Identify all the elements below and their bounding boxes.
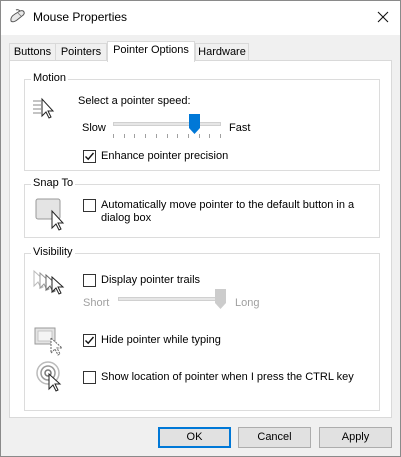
window-title: Mouse Properties — [33, 10, 128, 24]
cancel-button-label: Cancel — [257, 431, 292, 443]
pointer-speed-icon — [31, 96, 59, 122]
tab-pointers[interactable]: Pointers — [55, 43, 107, 61]
slider-tick — [155, 134, 157, 138]
close-button[interactable] — [370, 5, 396, 29]
slider-tick — [177, 134, 179, 138]
slider-tick — [166, 134, 168, 138]
mouse-properties-window: Mouse Properties Buttons Pointers Pointe… — [0, 0, 401, 457]
slider-thumb[interactable] — [188, 114, 200, 134]
visibility-group-label: Visibility — [31, 246, 75, 258]
enhance-precision-checkbox[interactable] — [83, 150, 96, 163]
pointer-options-panel: Motion Select a pointer speed: Slow Fast — [9, 60, 392, 418]
pointer-speed-slider[interactable] — [113, 114, 221, 138]
pointer-trails-label: Display pointer trails — [101, 274, 201, 286]
speed-label: Select a pointer speed: — [78, 95, 191, 107]
motion-group: Motion Select a pointer speed: Slow Fast — [24, 72, 380, 171]
slow-label: Slow — [82, 122, 106, 134]
pointer-trails-slider[interactable] — [118, 289, 226, 313]
tab-pointer-options[interactable]: Pointer Options — [107, 41, 195, 62]
tab-label: Hardware — [198, 46, 246, 58]
tab-buttons[interactable]: Buttons — [9, 43, 56, 61]
slider-tick — [134, 134, 136, 138]
long-label: Long — [235, 297, 260, 309]
slider-tick — [209, 134, 211, 138]
ok-button[interactable]: OK — [158, 427, 231, 448]
snap-to-group: Snap To Automatically move pointer to th… — [24, 177, 380, 238]
title-bar: Mouse Properties — [1, 1, 400, 35]
fast-label: Fast — [229, 122, 251, 134]
short-label: Short — [83, 297, 110, 309]
tab-hardware[interactable]: Hardware — [195, 43, 249, 61]
slider-tick — [187, 134, 189, 138]
slider-track — [113, 122, 221, 126]
tab-strip: Buttons Pointers Pointer Options Hardwar… — [9, 41, 393, 62]
tab-label: Pointer Options — [113, 44, 189, 56]
tab-label: Buttons — [13, 46, 52, 58]
locate-pointer-icon — [35, 360, 69, 394]
hide-pointer-icon — [33, 326, 67, 356]
apply-button-label: Apply — [341, 431, 370, 443]
slider-tick — [220, 134, 221, 138]
enhance-precision-label: Enhance pointer precision — [101, 150, 229, 162]
close-icon — [377, 11, 389, 23]
snap-to-checkbox[interactable] — [83, 199, 96, 212]
hide-pointer-checkbox[interactable] — [83, 334, 96, 347]
apply-button[interactable]: Apply — [319, 427, 392, 448]
slider-tick — [145, 134, 147, 138]
mouse-icon — [9, 9, 27, 25]
slider-tick — [198, 134, 200, 138]
pointer-trails-checkbox[interactable] — [83, 274, 96, 287]
snap-to-group-label: Snap To — [31, 177, 76, 189]
pointer-trails-icon — [31, 268, 67, 298]
tab-label: Pointers — [60, 46, 102, 58]
motion-group-label: Motion — [31, 72, 69, 84]
show-location-checkbox[interactable] — [83, 371, 96, 384]
slider-thumb — [215, 289, 226, 309]
hide-pointer-label: Hide pointer while typing — [101, 334, 221, 346]
snap-to-label-line2: dialog box — [101, 212, 152, 224]
slider-track — [118, 297, 226, 301]
slider-tick — [123, 134, 125, 138]
show-location-label: Show location of pointer when I press th… — [101, 371, 354, 383]
ok-button-label: OK — [186, 431, 203, 443]
visibility-group: Visibility Display pointer trails Short … — [24, 246, 380, 411]
snap-to-label-line1: Automatically move pointer to the defaul… — [101, 199, 355, 211]
slider-tick — [113, 134, 114, 138]
snap-to-button-icon — [35, 197, 69, 233]
cancel-button[interactable]: Cancel — [238, 427, 311, 448]
